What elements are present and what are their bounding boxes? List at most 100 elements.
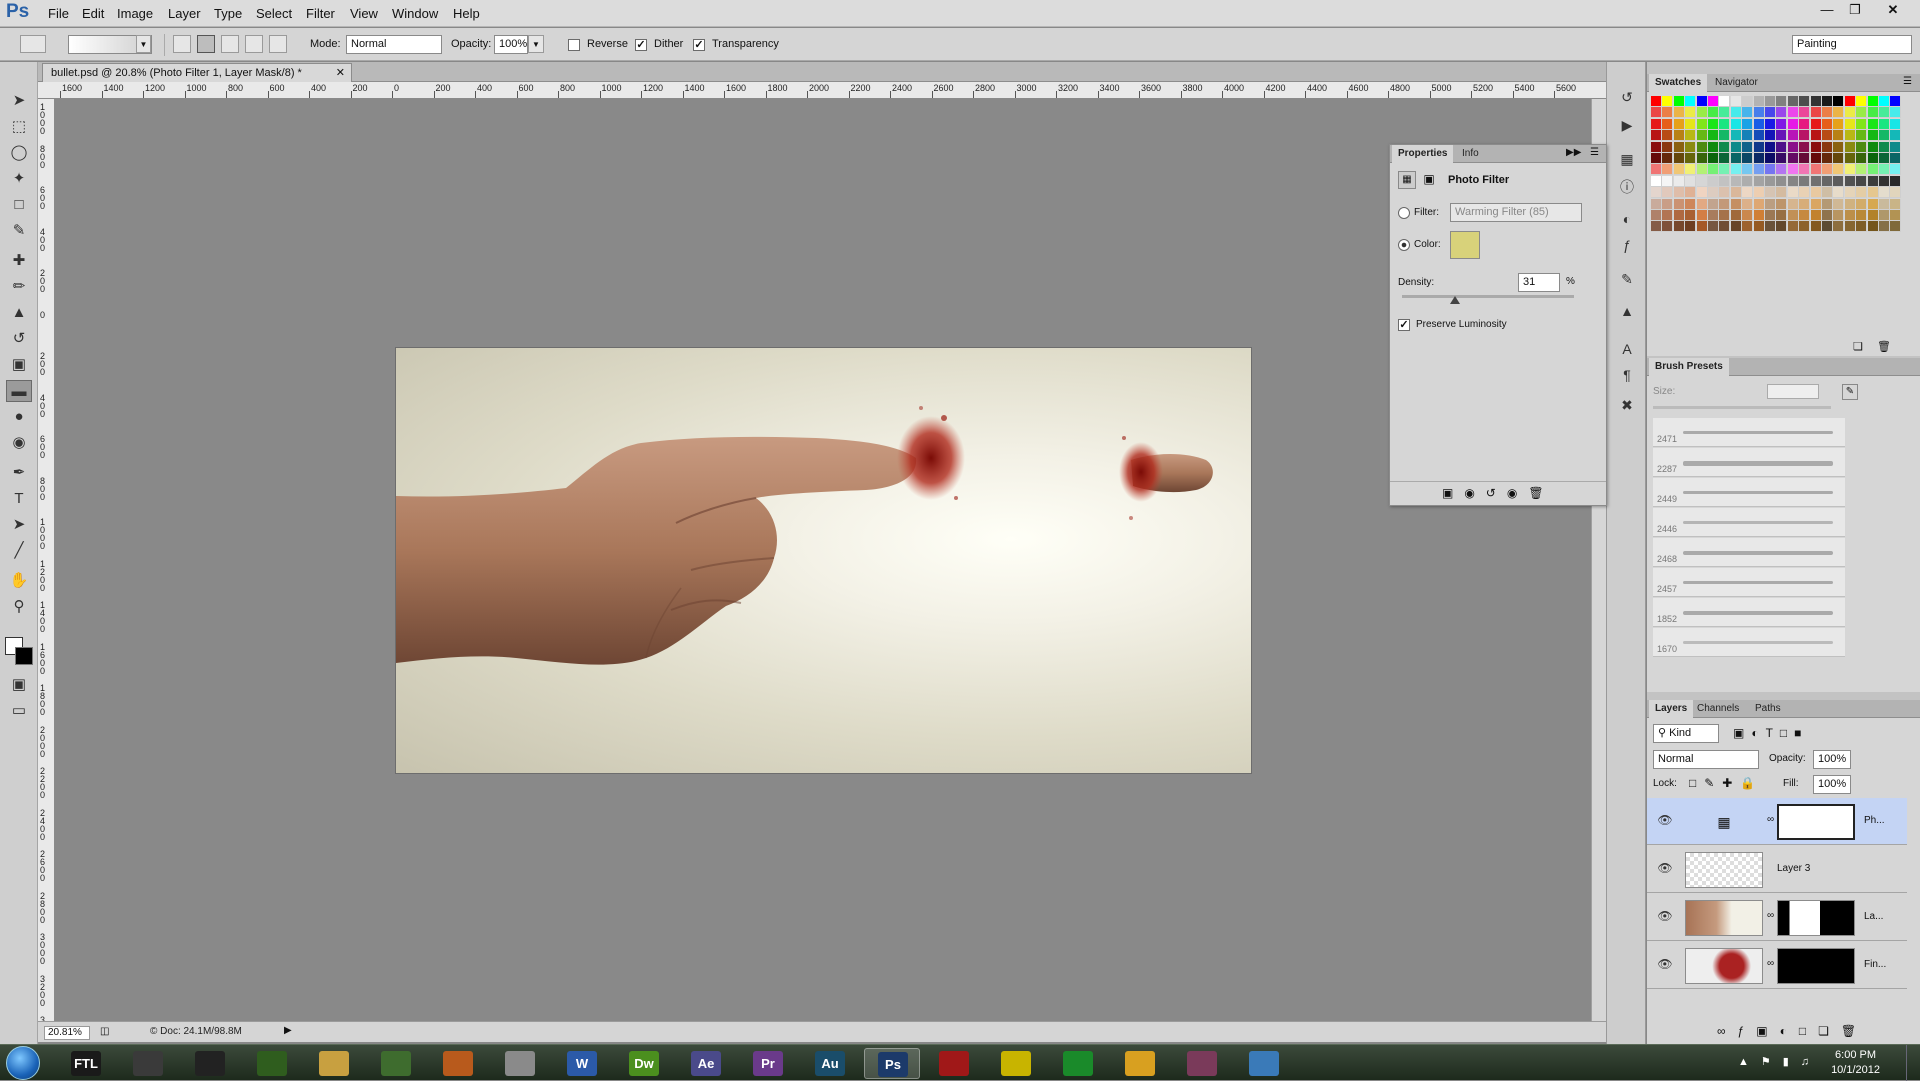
swatch[interactable] — [1867, 141, 1879, 153]
reflected-gradient-button[interactable] — [245, 35, 263, 53]
swatch[interactable] — [1753, 221, 1765, 233]
swatch[interactable] — [1867, 153, 1879, 164]
swatch[interactable] — [1810, 221, 1822, 233]
properties-action-icons[interactable]: ▣◉↺◉🗑 — [1442, 486, 1555, 500]
type-tool-icon[interactable]: T — [6, 488, 32, 510]
taskbar-app-button[interactable] — [244, 1048, 300, 1079]
taskbar-app-button[interactable] — [926, 1048, 982, 1079]
layer-row[interactable]: 👁 ∞ Fin... — [1647, 942, 1907, 989]
workspace-select[interactable]: Painting — [1792, 35, 1912, 54]
swatch[interactable] — [1708, 187, 1719, 199]
tab-channels[interactable]: Channels — [1691, 700, 1745, 718]
swatch[interactable] — [1787, 164, 1799, 176]
swatch[interactable] — [1844, 130, 1856, 142]
clone-stamp-icon[interactable]: ▲ — [6, 302, 32, 324]
swatch[interactable] — [1879, 96, 1890, 107]
swatch[interactable] — [1730, 175, 1742, 187]
swatch[interactable] — [1730, 164, 1742, 176]
panel-menu-icon[interactable]: ☰ — [1903, 76, 1912, 87]
layer-name[interactable]: Layer 3 — [1777, 863, 1810, 874]
swatch[interactable] — [1753, 210, 1765, 221]
menu-type[interactable]: Type — [214, 6, 242, 21]
tab-paths[interactable]: Paths — [1749, 700, 1787, 718]
quick-mask-icon[interactable]: ▣ — [6, 674, 32, 696]
swatch[interactable] — [1856, 107, 1868, 119]
swatch[interactable] — [1651, 164, 1662, 176]
swatch[interactable] — [1822, 221, 1833, 233]
angle-gradient-button[interactable] — [221, 35, 239, 53]
swatch[interactable] — [1730, 210, 1742, 221]
tool-preset-picker[interactable] — [20, 35, 46, 53]
swatch[interactable] — [1719, 187, 1731, 199]
link-icon[interactable]: ∞ — [1767, 910, 1774, 921]
swatch[interactable] — [1844, 198, 1856, 210]
swatch[interactable] — [1822, 175, 1833, 187]
swatch[interactable] — [1719, 175, 1731, 187]
swatch[interactable] — [1844, 153, 1856, 164]
taskbar-app-button[interactable]: Dw — [616, 1048, 672, 1079]
swatch[interactable] — [1867, 210, 1879, 221]
swatch[interactable] — [1833, 118, 1845, 130]
linear-gradient-button[interactable] — [173, 35, 191, 53]
swatch[interactable] — [1765, 221, 1776, 233]
swatch[interactable] — [1765, 107, 1776, 119]
dodge-tool-icon[interactable]: ◉ — [6, 432, 32, 454]
swatch[interactable] — [1844, 187, 1856, 199]
tab-layers[interactable]: Layers — [1649, 700, 1694, 718]
adjustments-panel-icon[interactable]: ◐ — [1615, 208, 1639, 230]
list-item[interactable]: 1670 — [1653, 628, 1845, 657]
list-item[interactable]: 2471 — [1653, 418, 1845, 447]
swatch[interactable] — [1708, 164, 1719, 176]
horizontal-ruler[interactable]: 1600 1400 1200 1000 800 600 400 200 0 200 400 600 80… — [54, 82, 1606, 99]
filter-select[interactable]: Warming Filter (85) — [1450, 203, 1582, 222]
adjustment-icon[interactable]: ▦ — [1398, 171, 1416, 189]
status-icon[interactable]: ◫ — [100, 1026, 109, 1037]
status-menu-arrow-icon[interactable]: ▶ — [284, 1025, 292, 1036]
close-tab-icon[interactable]: ✕ — [336, 64, 345, 82]
swatch[interactable] — [1651, 141, 1662, 153]
swatch[interactable] — [1776, 118, 1788, 130]
swatch[interactable] — [1787, 141, 1799, 153]
menu-view[interactable]: View — [350, 6, 378, 21]
swatch[interactable] — [1765, 130, 1776, 142]
list-item[interactable]: 1852 — [1653, 598, 1845, 627]
system-tray-icons[interactable]: ▲⚑▮♫ — [1738, 1055, 1821, 1068]
tab-navigator[interactable]: Navigator — [1709, 74, 1764, 92]
swatch[interactable] — [1651, 107, 1662, 119]
mask-icon[interactable]: ▣ — [1420, 171, 1438, 189]
character-panel-icon[interactable]: A — [1615, 338, 1639, 360]
swatch[interactable] — [1810, 141, 1822, 153]
eye-icon[interactable]: 👁 — [1657, 812, 1673, 828]
swatch[interactable] — [1844, 164, 1856, 176]
swatch[interactable] — [1822, 118, 1833, 130]
swatch[interactable] — [1799, 175, 1811, 187]
swatch[interactable] — [1730, 221, 1742, 233]
swatch[interactable] — [1685, 221, 1697, 233]
swatch[interactable] — [1651, 221, 1662, 233]
swatch[interactable] — [1879, 198, 1890, 210]
tab-swatches[interactable]: Swatches — [1649, 74, 1708, 92]
swatch[interactable] — [1810, 187, 1822, 199]
swatch[interactable] — [1890, 118, 1902, 130]
swatch[interactable] — [1673, 198, 1685, 210]
swatch[interactable] — [1810, 210, 1822, 221]
paragraph-panel-icon[interactable]: ¶ — [1615, 364, 1639, 386]
layer-kind-filter[interactable]: ⚲ Kind — [1653, 724, 1719, 743]
swatch[interactable] — [1651, 96, 1662, 107]
swatch[interactable] — [1799, 118, 1811, 130]
swatch[interactable] — [1765, 198, 1776, 210]
swatch[interactable] — [1696, 210, 1708, 221]
swatch[interactable] — [1799, 130, 1811, 142]
layer-thumbnail[interactable] — [1685, 900, 1763, 936]
swatch[interactable] — [1833, 153, 1845, 164]
clock[interactable]: 6:00 PM 10/1/2012 — [1831, 1048, 1880, 1078]
swatch[interactable] — [1856, 153, 1868, 164]
swatch[interactable] — [1696, 153, 1708, 164]
swatch[interactable] — [1867, 198, 1879, 210]
close-icon[interactable]: ✕ — [1880, 1, 1906, 18]
swatch[interactable] — [1787, 198, 1799, 210]
swatch[interactable] — [1651, 187, 1662, 199]
swatch[interactable] — [1685, 141, 1697, 153]
blend-mode-select[interactable]: Normal — [1653, 750, 1759, 769]
list-item[interactable]: 2457 — [1653, 568, 1845, 597]
